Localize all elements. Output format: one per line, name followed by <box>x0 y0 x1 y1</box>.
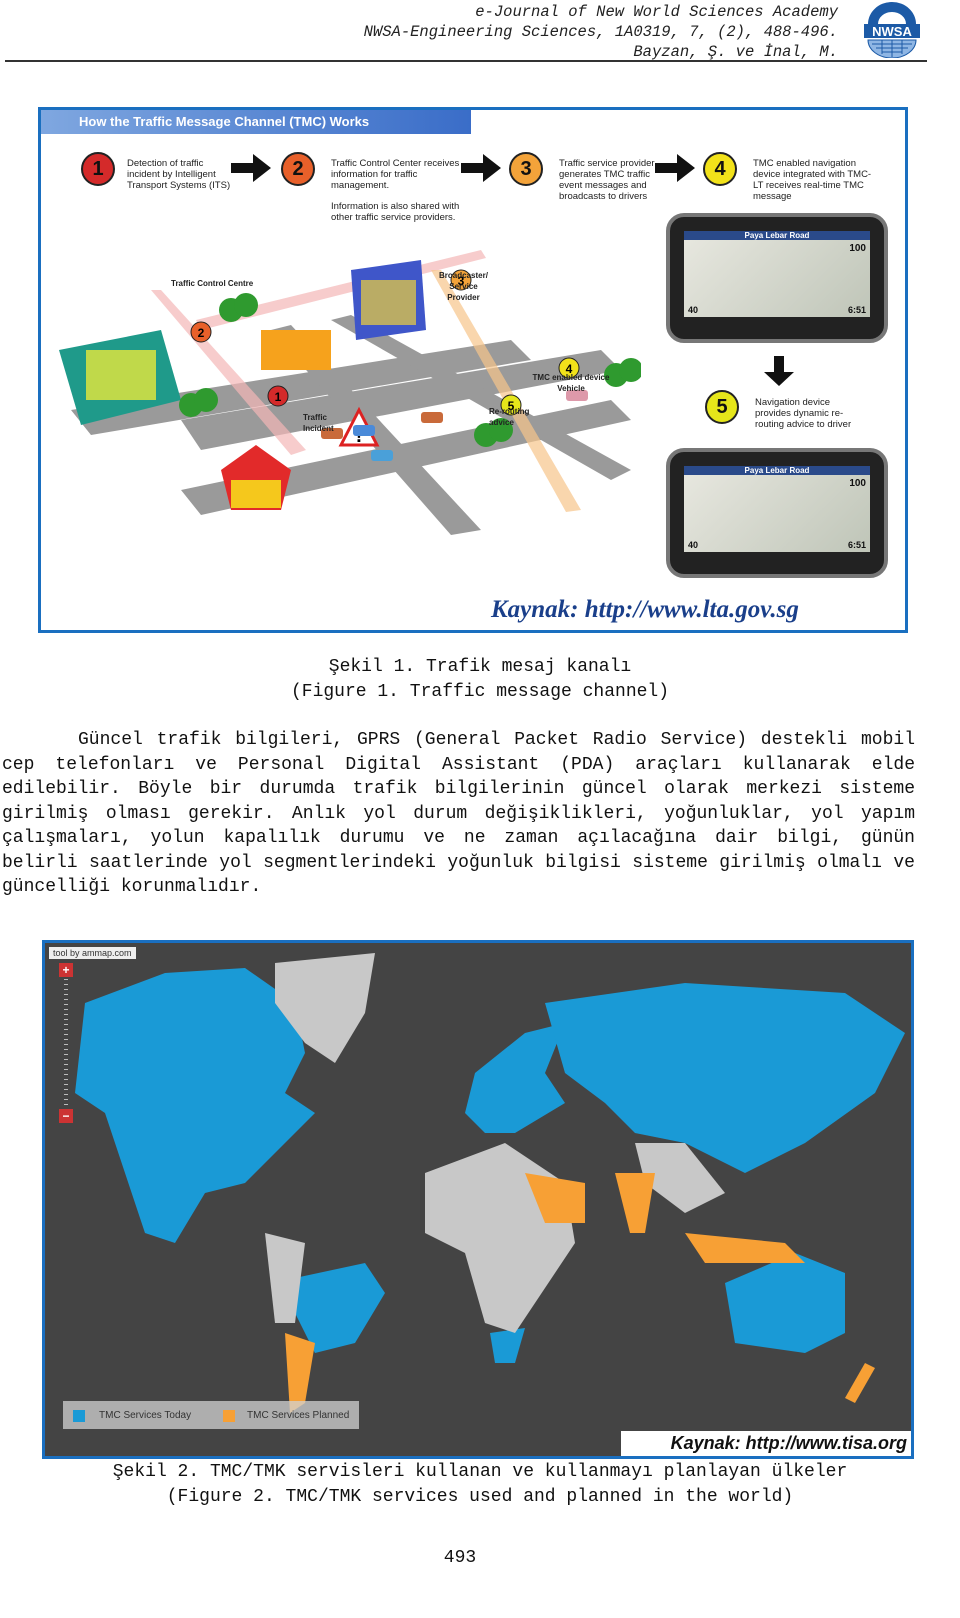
legend-swatch-planned <box>223 1410 235 1422</box>
header-rule <box>5 60 927 62</box>
city-scene-illustration: ! 2 3 1 4 5 <box>59 250 641 535</box>
figure-banner: How the Traffic Message Channel (TMC) Wo… <box>41 110 471 134</box>
nwsa-logo: NWSA <box>864 2 920 58</box>
figure-1-source: Kaynak: http://www.lta.gov.sg <box>491 596 799 623</box>
arrow-down-icon <box>764 356 794 386</box>
gps-speed: 40 <box>688 305 699 315</box>
figure-1-caption-tr: Şekil 1. Trafik mesaj kanalı <box>328 657 632 677</box>
step-1-text: Detection of traffic incident by Intelli… <box>127 158 231 191</box>
svg-text:NWSA: NWSA <box>872 24 912 39</box>
map-southeast-asia <box>685 1233 805 1263</box>
figure-2-source: Kaynak: http://www.tisa.org <box>621 1431 911 1456</box>
map-india <box>615 1173 655 1233</box>
figure-1-tmc-diagram: How the Traffic Message Channel (TMC) Wo… <box>38 107 908 633</box>
citation: NWSA-Engineering Sciences, 1A0319, 7, (2… <box>363 23 838 41</box>
legend-label-planned: TMC Services Planned <box>247 1410 350 1421</box>
step-4-text: TMC enabled navigation device integrated… <box>753 158 872 202</box>
step-3-text: Traffic service provider generates TMC t… <box>559 158 655 202</box>
page-number: 493 <box>443 1548 477 1568</box>
gps-device-top: Paya Lebar Road 100 40 6:51 <box>666 213 888 343</box>
map-brazil <box>295 1263 385 1353</box>
map-north-america <box>75 968 315 1243</box>
label-rerouting: Re-routing advice <box>489 407 530 427</box>
figure-2-world-map: tool by ammap.com + − TMC Services Today <box>42 940 914 1459</box>
step-1-badge: 1 <box>81 152 115 186</box>
running-header: e-Journal of New World Sciences Academy … <box>364 2 838 62</box>
gps-road: Paya Lebar Road <box>684 466 870 475</box>
gps-distance: 100 <box>849 243 866 254</box>
map-australia <box>725 1253 845 1353</box>
step-2-main: Traffic Control Center receives informat… <box>331 158 460 191</box>
map-europe <box>465 1023 565 1133</box>
legend-swatch-today <box>73 1410 85 1422</box>
label-incident: Traffic Incident <box>303 413 334 433</box>
arrow-right-icon <box>461 154 501 182</box>
gps-time: 6:51 <box>847 305 866 315</box>
label-vehicle: TMC enabled device Vehicle <box>532 373 610 393</box>
map-russia-asia <box>545 983 905 1173</box>
legend-label-today: TMC Services Today <box>99 1410 192 1421</box>
step-2-extra: Information is also shared with other tr… <box>331 201 460 223</box>
step-5-badge: 5 <box>705 390 739 424</box>
world-map-svg <box>75 953 905 1413</box>
gps-distance: 100 <box>849 478 866 489</box>
svg-text:1: 1 <box>275 390 282 404</box>
arrow-right-icon <box>655 154 695 182</box>
gps-time: 6:51 <box>847 540 866 550</box>
journal-name: e-Journal of New World Sciences Academy <box>475 3 838 21</box>
step-5-text: Navigation device provides dynamic re-ro… <box>755 397 852 430</box>
step-2-badge: 2 <box>281 152 315 186</box>
authors: Bayzan, Ş. ve İnal, M. <box>633 43 838 61</box>
step-2-text: Traffic Control Center receives informat… <box>331 158 461 223</box>
figure-1-caption-en: (Figure 1. Traffic message channel) <box>290 682 670 702</box>
gps-road: Paya Lebar Road <box>684 231 870 240</box>
map-africa <box>425 1143 575 1333</box>
label-control-centre: Traffic Control Centre <box>171 279 254 288</box>
svg-text:2: 2 <box>198 326 205 340</box>
step-3-badge: 3 <box>509 152 543 186</box>
paragraph-text: Güncel trafik bilgileri, GPRS (General P… <box>2 730 915 897</box>
map-new-zealand <box>845 1363 875 1403</box>
arrow-right-icon <box>231 154 271 182</box>
step-4-badge: 4 <box>703 152 737 186</box>
gps-device-bottom: Paya Lebar Road 100 40 6:51 <box>666 448 888 578</box>
figure-2-caption-en: (Figure 2. TMC/TMK services used and pla… <box>166 1487 794 1507</box>
label-broadcaster: Broadcaster/ Service Provider <box>439 271 488 302</box>
map-legend: TMC Services Today TMC Services Planned <box>63 1401 359 1429</box>
body-paragraph: Güncel trafik bilgileri, GPRS (General P… <box>2 728 915 900</box>
map-south-africa <box>490 1328 525 1363</box>
figure-2-caption-tr: Şekil 2. TMC/TMK servisleri kullanan ve … <box>112 1462 848 1482</box>
gps-speed: 40 <box>688 540 699 550</box>
